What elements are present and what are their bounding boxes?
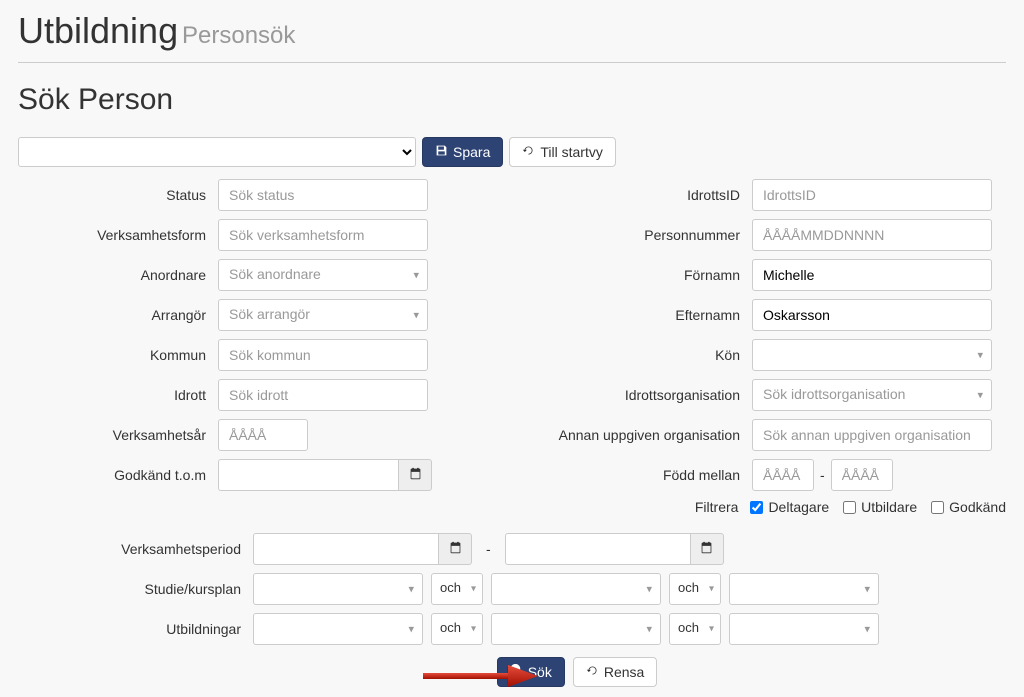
utbildningar-label: Utbildningar	[18, 621, 253, 637]
idrottsid-label: IdrottsID	[532, 187, 752, 203]
utbildningar-connector-2[interactable]: och	[669, 613, 721, 645]
filtrera-label: Filtrera	[532, 499, 750, 515]
utbildare-text: Utbildare	[861, 499, 917, 515]
status-label: Status	[18, 187, 218, 203]
godkand-text: Godkänd	[949, 499, 1006, 515]
verksamhetsar-label: Verksamhetsår	[18, 427, 218, 443]
anordnare-select[interactable]: Sök anordnare	[218, 259, 428, 291]
arrow-annotation	[418, 661, 538, 694]
fornamn-label: Förnamn	[532, 267, 752, 283]
verksamhetsperiod-label: Verksamhetsperiod	[18, 541, 253, 557]
godkand-tom-label: Godkänd t.o.m	[18, 467, 218, 483]
godkand-tom-calendar-button[interactable]	[398, 459, 432, 491]
home-button[interactable]: Till startvy	[509, 137, 615, 167]
kon-select[interactable]	[752, 339, 992, 371]
utbildningar-select-3[interactable]	[729, 613, 879, 645]
arrangor-label: Arrangör	[18, 307, 218, 323]
fodd-dash: -	[820, 467, 825, 483]
calendar-icon	[700, 541, 713, 557]
period-from-input[interactable]	[253, 533, 438, 565]
fornamn-input[interactable]	[752, 259, 992, 291]
godkand-checkbox-label[interactable]: Godkänd	[931, 499, 1006, 515]
utbildningar-select-1[interactable]	[253, 613, 423, 645]
calendar-icon	[449, 541, 462, 557]
utbildare-checkbox[interactable]	[843, 501, 856, 514]
efternamn-label: Efternamn	[532, 307, 752, 323]
page-header: Utbildning Personsök	[18, 10, 1006, 63]
utbildare-checkbox-label[interactable]: Utbildare	[843, 499, 917, 515]
studieplan-select-2[interactable]	[491, 573, 661, 605]
period-to-calendar-button[interactable]	[690, 533, 724, 565]
verksamhetsform-label: Verksamhetsform	[18, 227, 218, 243]
period-dash: -	[486, 541, 491, 557]
fodd-from-input[interactable]	[752, 459, 814, 491]
godkand-tom-input[interactable]	[218, 459, 398, 491]
studieplan-label: Studie/kursplan	[18, 581, 253, 597]
utbildningar-select-2[interactable]	[491, 613, 661, 645]
studieplan-connector-1[interactable]: och	[431, 573, 483, 605]
godkand-checkbox[interactable]	[931, 501, 944, 514]
arrangor-select[interactable]: Sök arrangör	[218, 299, 428, 331]
period-from-calendar-button[interactable]	[438, 533, 472, 565]
annan-org-input[interactable]	[752, 419, 992, 451]
fodd-to-input[interactable]	[831, 459, 893, 491]
page-title: Utbildning	[18, 10, 178, 51]
form-right-column: IdrottsID Personnummer Förnamn Efternamn	[532, 179, 1006, 523]
verksamhetsar-input[interactable]	[218, 419, 308, 451]
refresh-icon	[522, 144, 535, 160]
save-button[interactable]: Spara	[422, 137, 503, 167]
idrottsid-input[interactable]	[752, 179, 992, 211]
idrott-input[interactable]	[218, 379, 428, 411]
bottom-section: Verksamhetsperiod - S	[18, 533, 1006, 687]
kommun-input[interactable]	[218, 339, 428, 371]
save-button-label: Spara	[453, 144, 490, 160]
kommun-label: Kommun	[18, 347, 218, 363]
form-left-column: Status Verksamhetsform Anordnare Sök ano…	[18, 179, 492, 523]
fodd-mellan-label: Född mellan	[532, 467, 752, 483]
period-to-input[interactable]	[505, 533, 690, 565]
verksamhetsform-input[interactable]	[218, 219, 428, 251]
annan-org-label: Annan uppgiven organisation	[532, 427, 752, 443]
idrottsorg-label: Idrottsorganisation	[532, 387, 752, 403]
refresh-icon	[586, 664, 599, 680]
efternamn-input[interactable]	[752, 299, 992, 331]
status-input[interactable]	[218, 179, 428, 211]
deltagare-checkbox-label[interactable]: Deltagare	[750, 499, 829, 515]
clear-button-label: Rensa	[604, 664, 644, 680]
idrott-label: Idrott	[18, 387, 218, 403]
studieplan-select-3[interactable]	[729, 573, 879, 605]
idrottsorg-select[interactable]: Sök idrottsorganisation	[752, 379, 992, 411]
studieplan-select-1[interactable]	[253, 573, 423, 605]
anordnare-label: Anordnare	[18, 267, 218, 283]
toolbar: Spara Till startvy	[18, 137, 1006, 167]
utbildningar-connector-1[interactable]: och	[431, 613, 483, 645]
save-icon	[435, 144, 448, 160]
calendar-icon	[409, 467, 422, 483]
page-subtitle: Personsök	[182, 22, 295, 49]
studieplan-connector-2[interactable]: och	[669, 573, 721, 605]
clear-button[interactable]: Rensa	[573, 657, 657, 687]
saved-search-select[interactable]	[18, 137, 416, 167]
deltagare-text: Deltagare	[768, 499, 829, 515]
section-title: Sök Person	[18, 83, 1006, 117]
deltagare-checkbox[interactable]	[750, 501, 763, 514]
personnummer-label: Personnummer	[532, 227, 752, 243]
home-button-label: Till startvy	[540, 144, 602, 160]
personnummer-input[interactable]	[752, 219, 992, 251]
kon-label: Kön	[532, 347, 752, 363]
